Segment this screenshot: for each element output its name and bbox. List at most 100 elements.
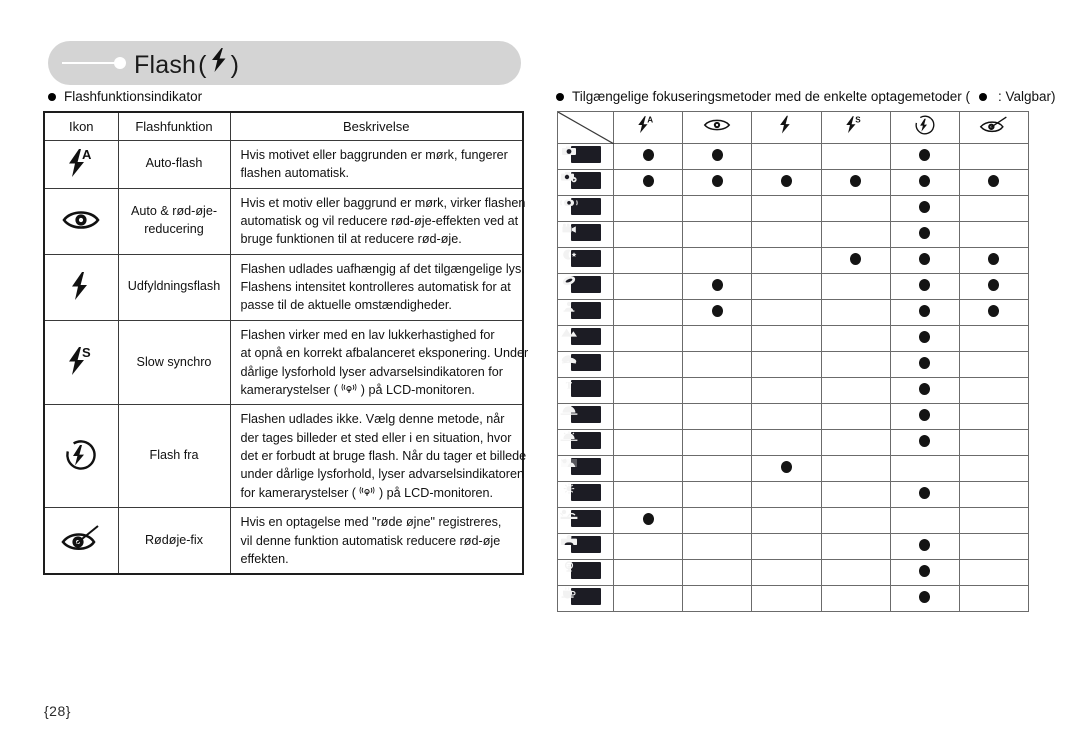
availability-cell-selectable [889,481,960,508]
mode-close-up-icon [561,353,601,371]
function-cell: Rødøje-fix [117,507,231,575]
availability-cell-empty [682,377,753,404]
table-row [556,195,1030,222]
availability-cell-selectable [820,247,891,274]
availability-cell-empty [613,559,684,586]
mode-icon-cell [556,195,615,222]
mode-portrait-icon [562,275,601,293]
selectable-dot-icon [988,174,1000,187]
selectable-dot-icon [919,356,931,369]
description-line: dårlige lysforhold lyser advarselsindika… [240,364,504,379]
red-eye-reduction-icon [703,116,731,134]
table-row [556,507,1030,534]
availability-cell-selectable [613,143,684,170]
availability-cell-empty [682,351,753,378]
mode-icon-cell [556,247,615,274]
mode-self-shot-icon [561,535,601,553]
selectable-dot-icon [919,538,931,551]
focus-mode-availability-table: A S T [556,111,1030,612]
availability-cell-empty [613,481,684,508]
right-caption-prefix: Tilgængelige fokuseringsmetoder med de e… [572,89,970,104]
availability-cell-empty [682,403,753,430]
mode-icon-cell [556,455,615,482]
availability-cell-empty [958,481,1030,508]
availability-cell-empty [751,195,822,222]
selectable-dot-icon [978,92,987,101]
description-line: der tages billeder et sted eller i en si… [240,430,512,445]
svg-text:A: A [82,147,92,162]
availability-cell-selectable [889,299,960,326]
availability-cell-selectable [889,247,960,274]
availability-cell-selectable [958,169,1030,196]
table-row [556,559,1030,586]
availability-cell-selectable [751,169,822,196]
description-line: Hvis et motiv eller baggrund er mørk, vi… [240,195,526,210]
column-header-red-eye [682,111,753,144]
mode-icon-cell [556,507,615,534]
availability-cell-selectable [958,273,1030,300]
availability-cell-empty [613,429,684,456]
availability-cell-selectable [682,143,753,170]
selectable-dot-icon [919,200,931,213]
selectable-dot-icon [919,304,931,317]
title-close-paren: ) [230,50,240,79]
availability-cell-empty [820,195,891,222]
availability-cell-selectable [613,169,684,196]
availability-cell-empty [820,403,891,430]
selectable-dot-icon [780,174,792,187]
table-row [556,143,1030,170]
table-row [556,455,1030,482]
selectable-dot-icon [988,252,1000,265]
description-cell: Flashen udlades uafhængig af det tilgæng… [229,253,525,321]
availability-cell-empty [613,247,684,274]
right-caption-suffix: : Valgbar) [997,89,1056,104]
availability-cell-selectable [958,299,1030,326]
page-number: {28} [44,703,71,719]
availability-cell-empty [820,481,891,508]
description-line: Flashen virker med en lav lukkerhastighe… [240,327,495,342]
mode-text-icon: T [566,379,601,397]
selectable-dot-icon [780,460,792,473]
availability-cell-empty [682,559,753,586]
availability-cell-selectable [682,169,753,196]
description-cell: Flashen virker med en lav lukkerhastighe… [229,319,529,406]
description-line: automatisk og vil reducere rød-øje-effek… [240,213,519,228]
table-row: T [556,377,1030,404]
availability-cell-empty [751,533,822,560]
column-header-slow-synchro: S [820,111,891,144]
flash-auto-icon: A [64,146,98,180]
mode-icon-cell [556,221,615,248]
svg-text:S: S [82,345,91,360]
selectable-dot-icon [919,434,931,447]
mode-icon-cell [556,143,615,170]
availability-cell-selectable [682,273,753,300]
mode-cafe-icon [561,587,601,605]
availability-cell-empty [751,299,822,326]
table-row [556,351,1030,378]
availability-cell-empty [613,195,684,222]
mode-landscape-icon [561,327,601,345]
description-line: det er forbudt at bruge flash. Når du ta… [240,449,527,463]
availability-cell-empty [820,299,891,326]
availability-cell-empty [751,325,822,352]
availability-cell-selectable [820,169,891,196]
table-row: A Auto-flash Hvis motivet eller baggrund… [43,139,524,189]
page-title-text: Flash [134,50,197,79]
availability-cell-selectable [958,247,1030,274]
mode-night-icon [563,249,601,267]
icon-cell [43,253,119,321]
table-row [556,403,1030,430]
page-title: Flash ( ) [134,47,239,80]
selectable-dot-icon [919,590,931,603]
icon-cell: S [43,319,119,406]
availability-cell-selectable [889,403,960,430]
table-row [556,221,1030,248]
description-line: at opnå en korrekt afbalanceret eksponer… [240,346,529,361]
availability-cell-empty [613,221,684,248]
selectable-dot-icon [919,564,931,577]
availability-cell-empty [958,533,1030,560]
availability-cell-selectable [889,325,960,352]
mode-movie-icon [562,223,601,241]
availability-cell-empty [613,585,684,612]
column-header-fill-in-flash [751,111,822,144]
